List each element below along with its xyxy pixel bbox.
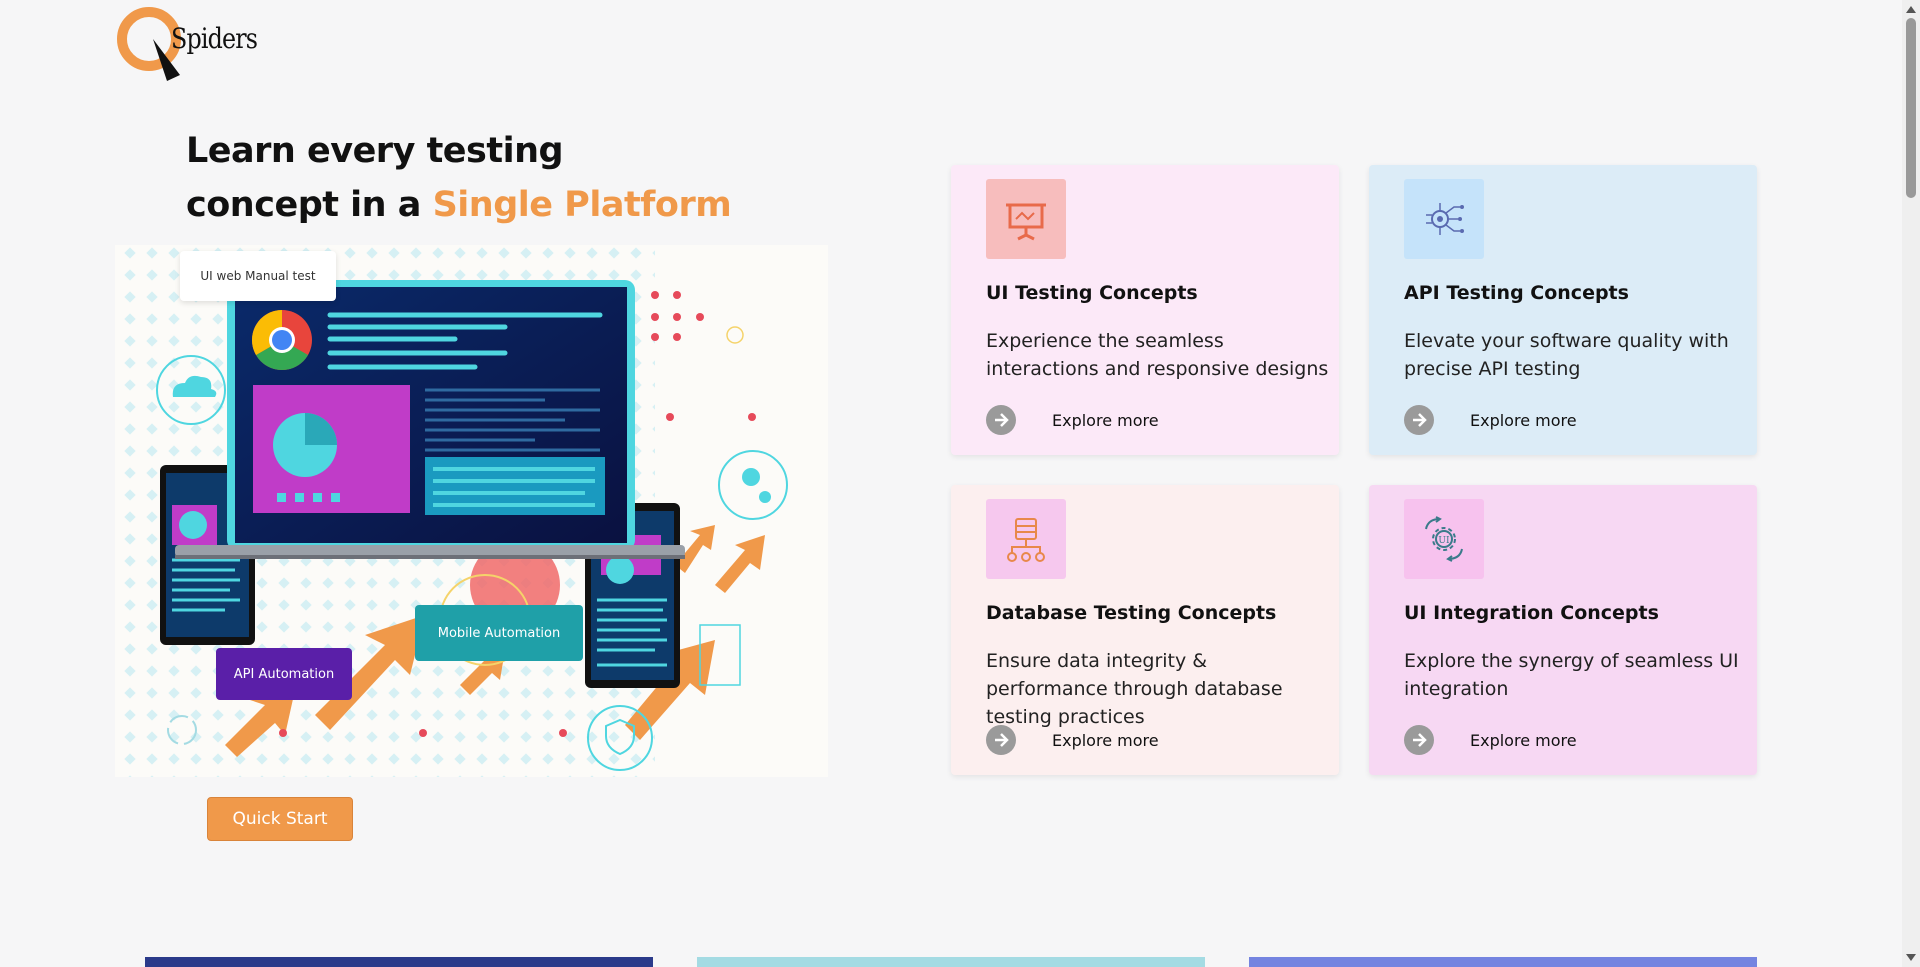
card-database-testing[interactable]: Database Testing Concepts Ensure data in… — [951, 485, 1339, 775]
explore-more-label[interactable]: Explore more — [1052, 731, 1159, 750]
card-api-testing[interactable]: API Testing Concepts Elevate your softwa… — [1369, 165, 1757, 455]
card-icon-box: UI — [1404, 499, 1484, 579]
card-description: Elevate your software quality with preci… — [1404, 330, 1729, 380]
headline-line-2-prefix: concept in a — [186, 185, 433, 225]
hero-tag-api-automation: API Automation — [216, 648, 352, 700]
svg-text:UI: UI — [1438, 536, 1450, 546]
explore-more-label[interactable]: Explore more — [1052, 411, 1159, 430]
headline-line-2: concept in a Single Platform — [186, 178, 806, 232]
hero-illustration: UI web Manual test Mobile Automation API… — [115, 245, 828, 777]
bottom-section-card-1 — [145, 957, 653, 967]
page-scrollbar[interactable] — [1902, 0, 1920, 967]
explore-more-link[interactable]: Explore more — [1404, 405, 1577, 435]
explore-more-link[interactable]: Explore more — [986, 725, 1159, 755]
scroll-up-icon[interactable] — [1906, 6, 1916, 13]
explore-more-link[interactable]: Explore more — [1404, 725, 1577, 755]
card-icon-box — [986, 499, 1066, 579]
ui-gear-sync-icon: UI — [1425, 516, 1463, 562]
database-hierarchy-icon — [1007, 518, 1045, 562]
hero-headline: Learn every testing concept in a Single … — [186, 124, 806, 232]
card-title: UI Integration Concepts — [1404, 602, 1659, 624]
card-description: Experience the seamless interactions and… — [986, 330, 1329, 380]
card-title: API Testing Concepts — [1404, 282, 1629, 304]
headline-line-1: Learn every testing — [186, 131, 564, 171]
headline-accent: Single Platform — [432, 185, 732, 225]
card-title: Database Testing Concepts — [986, 602, 1277, 624]
presentation-board-icon — [1006, 203, 1046, 241]
hero-tag-mobile-automation: Mobile Automation — [415, 605, 583, 661]
arrow-right-icon[interactable] — [1404, 405, 1434, 435]
card-description: Explore the synergy of seamless UI integ… — [1404, 650, 1739, 700]
card-icon-box — [986, 179, 1066, 259]
card-ui-integration[interactable]: UI UI Integration Concepts Explore the s… — [1369, 485, 1757, 775]
scrollbar-thumb[interactable] — [1906, 18, 1916, 198]
bottom-section-card-3 — [1249, 957, 1757, 967]
api-network-icon — [1426, 203, 1464, 235]
explore-more-label[interactable]: Explore more — [1470, 731, 1577, 750]
card-ui-testing[interactable]: UI Testing Concepts Experience the seaml… — [951, 165, 1339, 455]
explore-more-label[interactable]: Explore more — [1470, 411, 1577, 430]
card-title: UI Testing Concepts — [986, 282, 1198, 304]
card-icon-box — [1404, 179, 1484, 259]
hero-tag-manual-test: UI web Manual test — [180, 251, 336, 301]
card-description: Ensure data integrity & performance thro… — [986, 650, 1283, 728]
quick-start-button[interactable]: Quick Start — [207, 797, 353, 841]
explore-more-link[interactable]: Explore more — [986, 405, 1159, 435]
logo-brand-text: Spiders — [171, 22, 258, 55]
arrow-right-icon[interactable] — [986, 725, 1016, 755]
arrow-right-icon[interactable] — [986, 405, 1016, 435]
arrow-right-icon[interactable] — [1404, 725, 1434, 755]
bottom-section-card-2 — [697, 957, 1205, 967]
scroll-down-icon[interactable] — [1906, 954, 1916, 961]
qspiders-logo[interactable]: Spiders — [115, 5, 258, 85]
